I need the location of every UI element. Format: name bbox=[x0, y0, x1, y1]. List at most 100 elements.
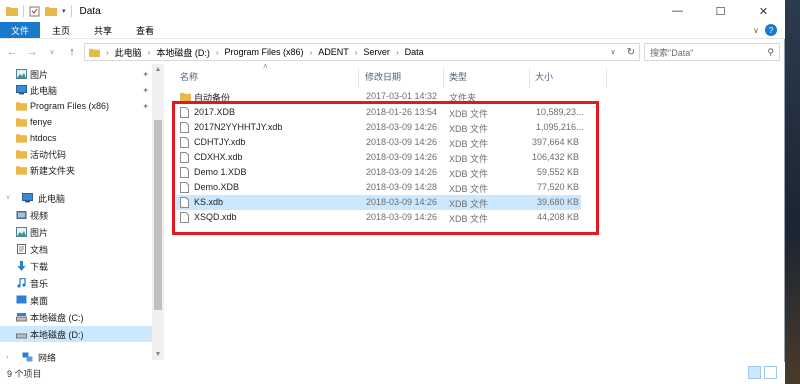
tab-file[interactable]: 文件 bbox=[0, 22, 41, 38]
column-header-date[interactable]: 修改日期 bbox=[365, 70, 401, 84]
breadcrumb-this-pc[interactable]: 此电脑 bbox=[115, 46, 142, 59]
search-input[interactable]: 搜索"Data" ⚲ bbox=[644, 43, 780, 61]
pictures-icon bbox=[16, 69, 27, 79]
nav-item-program-files[interactable]: Program Files (x86) ✦ bbox=[0, 98, 152, 114]
separator bbox=[23, 5, 24, 17]
window-title: Data bbox=[79, 5, 101, 17]
nav-item-pictures[interactable]: 图片 bbox=[0, 224, 152, 240]
scroll-up-icon[interactable]: ▲ bbox=[152, 66, 164, 73]
expand-ribbon-icon[interactable]: ∨ bbox=[753, 26, 759, 35]
close-button[interactable]: ✕ bbox=[742, 0, 785, 22]
search-placeholder: 搜索"Data" bbox=[650, 47, 694, 58]
help-icon[interactable]: ? bbox=[765, 24, 777, 36]
navigation-pane: 图片 ✦ 此电脑 ✦ Program Files (x86) ✦ fenye h… bbox=[0, 64, 152, 363]
breadcrumb-drive-d[interactable]: 本地磁盘 (D:) bbox=[156, 46, 210, 59]
nav-item-htdocs[interactable]: htdocs bbox=[0, 130, 152, 146]
refresh-icon[interactable]: ↻ bbox=[622, 43, 640, 61]
breadcrumb-server[interactable]: Server bbox=[363, 47, 390, 57]
column-divider[interactable] bbox=[443, 68, 444, 88]
nav-item-label: 本地磁盘 (D:) bbox=[30, 329, 84, 340]
nav-item-documents[interactable]: 文档 bbox=[0, 241, 152, 257]
forward-arrow-icon[interactable]: → bbox=[26, 46, 38, 58]
drive-icon bbox=[16, 313, 27, 322]
chevron-right-icon[interactable]: › bbox=[310, 48, 313, 57]
separator bbox=[70, 5, 72, 17]
nav-item-this-pc-quick[interactable]: 此电脑 ✦ bbox=[0, 82, 152, 98]
scrollbar-thumb[interactable] bbox=[154, 120, 162, 310]
nav-item-drive-d[interactable]: 本地磁盘 (D:) bbox=[0, 326, 152, 342]
column-divider[interactable] bbox=[358, 68, 359, 88]
pin-icon[interactable]: ✦ bbox=[142, 86, 149, 95]
pictures-icon bbox=[16, 227, 27, 237]
column-header-name[interactable]: 名称 bbox=[180, 70, 198, 84]
breadcrumb-adent[interactable]: ADENT bbox=[318, 47, 349, 57]
view-switcher bbox=[748, 366, 777, 379]
desktop-background bbox=[785, 0, 800, 384]
breadcrumb-program-files[interactable]: Program Files (x86) bbox=[225, 47, 304, 57]
chevron-right-icon[interactable]: › bbox=[355, 48, 358, 57]
nav-item-new-folder[interactable]: 新建文件夹 bbox=[0, 162, 152, 178]
explorer-window: ▾ Data — ☐ ✕ 文件 主页 共享 查看 ∨ ? ← → ∨ ↑ › 此… bbox=[0, 0, 785, 384]
address-dropdown-icon[interactable]: ∨ bbox=[605, 48, 621, 56]
computer-icon bbox=[22, 193, 33, 203]
network-icon bbox=[22, 352, 33, 362]
column-divider[interactable] bbox=[606, 68, 607, 88]
title-bar: ▾ Data — ☐ ✕ bbox=[0, 0, 785, 22]
maximize-button[interactable]: ☐ bbox=[699, 0, 742, 22]
nav-item-label: 本地磁盘 (C:) bbox=[30, 312, 84, 323]
column-header-type[interactable]: 类型 bbox=[449, 70, 467, 84]
recent-locations-icon[interactable]: ∨ bbox=[46, 48, 58, 56]
tab-view[interactable]: 查看 bbox=[124, 22, 166, 38]
documents-icon bbox=[17, 244, 26, 254]
nav-item-videos[interactable]: 视频 bbox=[0, 207, 152, 223]
nav-item-label: 图片 bbox=[30, 227, 49, 238]
chevron-right-icon[interactable]: › bbox=[106, 48, 109, 57]
nav-item-label: htdocs bbox=[30, 133, 57, 143]
nav-item-downloads[interactable]: 下载 bbox=[0, 258, 152, 274]
search-icon[interactable]: ⚲ bbox=[767, 47, 774, 58]
properties-icon[interactable] bbox=[29, 6, 40, 17]
nav-item-desktop[interactable]: 桌面 bbox=[0, 292, 152, 308]
pin-icon[interactable]: ✦ bbox=[142, 102, 149, 111]
pin-icon[interactable]: ✦ bbox=[142, 70, 149, 79]
nav-item-fenye[interactable]: fenye bbox=[0, 114, 152, 130]
nav-item-pictures-quick[interactable]: 图片 ✦ bbox=[0, 66, 152, 82]
nav-scrollbar[interactable]: ▲ ▼ bbox=[152, 64, 164, 360]
chevron-right-icon[interactable]: › bbox=[396, 48, 399, 57]
tab-share[interactable]: 共享 bbox=[82, 22, 124, 38]
chevron-right-icon[interactable]: › bbox=[148, 48, 151, 57]
download-icon bbox=[17, 261, 26, 271]
desktop-icon bbox=[16, 295, 27, 304]
nav-item-this-pc[interactable]: ˅ 此电脑 bbox=[0, 190, 152, 206]
qa-dropdown-icon[interactable]: ▾ bbox=[62, 7, 66, 15]
video-icon bbox=[16, 211, 27, 219]
nav-item-drive-c[interactable]: 本地磁盘 (C:) bbox=[0, 309, 152, 325]
computer-icon bbox=[16, 85, 27, 95]
large-icons-view-icon[interactable] bbox=[764, 366, 777, 379]
folder-icon bbox=[16, 134, 27, 143]
nav-item-music[interactable]: 音乐 bbox=[0, 275, 152, 291]
breadcrumb-data[interactable]: Data bbox=[405, 47, 424, 57]
folder-icon bbox=[16, 102, 27, 111]
music-icon bbox=[17, 278, 26, 288]
folder-icon bbox=[89, 48, 100, 57]
drive-icon bbox=[16, 333, 27, 339]
nav-item-label: Program Files (x86) bbox=[30, 101, 110, 111]
address-bar[interactable]: › 此电脑 › 本地磁盘 (D:) › Program Files (x86) … bbox=[84, 43, 640, 61]
chevron-right-icon[interactable]: › bbox=[6, 354, 8, 361]
chevron-down-icon[interactable]: ˅ bbox=[6, 195, 10, 202]
file-list: ˄ 名称 修改日期 类型 大小 自动备份 2017-03-01 14:32 文件… bbox=[166, 62, 785, 360]
scroll-down-icon[interactable]: ▼ bbox=[152, 351, 164, 358]
nav-item-activity-code[interactable]: 活动代码 bbox=[0, 146, 152, 162]
folder-icon bbox=[6, 7, 18, 16]
column-divider[interactable] bbox=[529, 68, 530, 88]
chevron-right-icon[interactable]: › bbox=[216, 48, 219, 57]
back-arrow-icon[interactable]: ← bbox=[6, 46, 18, 58]
details-view-icon[interactable] bbox=[748, 366, 761, 379]
tab-home[interactable]: 主页 bbox=[40, 22, 82, 38]
minimize-button[interactable]: — bbox=[656, 0, 699, 22]
up-arrow-icon[interactable]: ↑ bbox=[66, 46, 78, 58]
folder-icon bbox=[16, 166, 27, 175]
new-folder-icon[interactable] bbox=[45, 6, 57, 16]
column-header-size[interactable]: 大小 bbox=[535, 70, 553, 84]
